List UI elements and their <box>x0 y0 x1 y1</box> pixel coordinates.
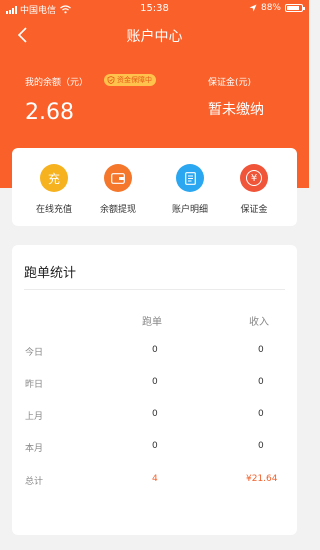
fund-security-badge: 资金保障中 <box>104 74 156 86</box>
income-column-header: 收入 <box>249 317 269 328</box>
income-last-month: 0 <box>258 409 264 419</box>
withdraw-button[interactable]: 余额提现 <box>88 164 148 215</box>
deposit-button[interactable]: ¥ 保证金 <box>224 164 284 215</box>
divider <box>24 289 285 290</box>
orders-yesterday: 0 <box>152 377 158 387</box>
orders-total: 4 <box>152 474 158 484</box>
row-label-yesterday: 昨日 <box>25 380 44 390</box>
battery-fill <box>287 6 299 10</box>
account-details-button[interactable]: 账户明细 <box>160 164 220 215</box>
account-details-label: 账户明细 <box>171 205 208 215</box>
row-label-this-month: 本月 <box>25 444 44 454</box>
orders-last-month: 0 <box>152 409 158 419</box>
yuan-icon: ¥ <box>240 164 268 192</box>
stats-title: 跑单统计 <box>24 266 77 281</box>
page-title: 账户中心 <box>126 29 183 45</box>
withdraw-label: 余额提现 <box>99 205 136 215</box>
deposit-status: 暂未缴纳 <box>208 102 264 118</box>
status-bar: 中国电信 15:38 88% <box>0 0 309 18</box>
income-this-month: 0 <box>258 441 264 451</box>
income-today: 0 <box>258 345 264 355</box>
recharge-icon: 充 <box>40 164 68 192</box>
orders-column-header: 跑单 <box>142 317 162 328</box>
document-icon <box>176 164 204 192</box>
orders-today: 0 <box>152 345 158 355</box>
recharge-label: 在线充值 <box>35 205 72 215</box>
recharge-icon-glyph: 充 <box>47 171 60 186</box>
location-arrow-icon <box>249 4 257 12</box>
quick-actions-card: 充 在线充值 余额提现 账户明细 ¥ 保证金 <box>12 148 297 226</box>
shield-icon <box>107 76 115 84</box>
income-yesterday: 0 <box>258 377 264 387</box>
battery-icon <box>285 4 305 12</box>
recharge-button[interactable]: 充 在线充值 <box>24 164 84 215</box>
orders-this-month: 0 <box>152 441 158 451</box>
battery-percent: 88% <box>260 3 281 13</box>
nav-bar: 账户中心 <box>0 20 309 50</box>
deposit-label: 保证金(元) <box>208 78 252 88</box>
wallet-icon <box>104 164 132 192</box>
balance-label: 我的余额（元） <box>25 78 89 88</box>
badge-text: 资金保障中 <box>117 76 152 84</box>
income-total: ¥21.64 <box>246 474 278 484</box>
row-label-today: 今日 <box>25 348 44 358</box>
yuan-icon-glyph: ¥ <box>246 170 262 186</box>
row-label-last-month: 上月 <box>25 412 44 422</box>
row-label-total: 总计 <box>25 477 44 487</box>
deposit-action-label: 保证金 <box>240 205 268 215</box>
order-stats-card: 跑单统计 跑单 收入 今日 0 0 昨日 0 0 上月 0 0 本月 0 0 总… <box>12 245 297 535</box>
balance-amount: 2.68 <box>25 100 74 125</box>
